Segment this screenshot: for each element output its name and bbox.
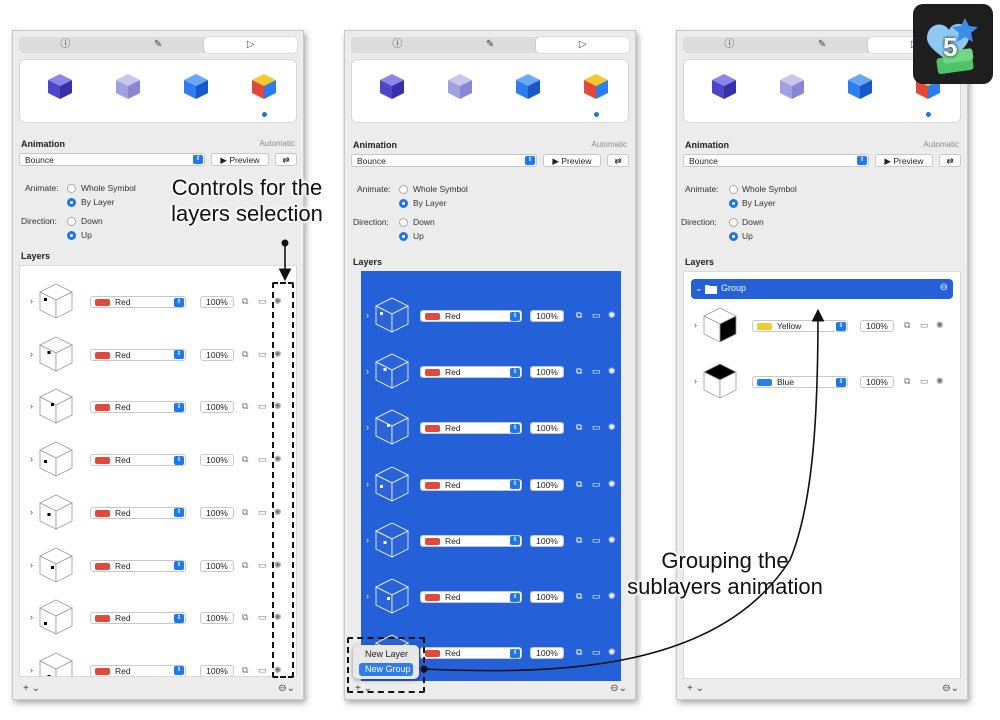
arrow-to-group [423, 308, 825, 672]
annotation-arrows [278, 239, 825, 673]
